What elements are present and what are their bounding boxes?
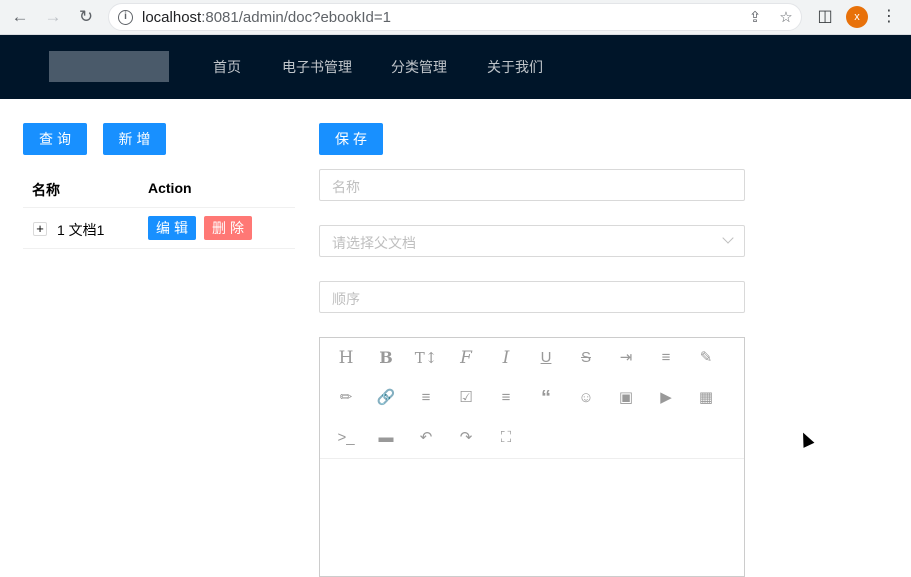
reload-icon[interactable]: ↻ (75, 6, 97, 28)
nav-item-home[interactable]: 首页 (213, 57, 241, 77)
strikethrough-icon[interactable]: S (574, 346, 598, 370)
side-panel-icon[interactable]: ◫ (814, 6, 836, 28)
url-text[interactable]: localhost:8081/admin/doc?ebookId=1 (142, 9, 391, 26)
url-host: localhost (142, 9, 202, 26)
bold-icon[interactable]: B (374, 346, 398, 370)
justify-icon[interactable]: ≡ (494, 386, 518, 410)
underline-icon[interactable]: U (534, 346, 558, 370)
forward-icon[interactable]: → (42, 6, 64, 28)
parent-doc-select[interactable]: 请选择父文档 (319, 225, 745, 257)
quote-icon[interactable]: “ (534, 386, 558, 410)
link-icon[interactable]: 🔗 (374, 386, 398, 410)
nav-item-about[interactable]: 关于我们 (487, 57, 543, 77)
site-info-icon[interactable]: i (118, 10, 133, 25)
code-icon[interactable]: >_ (334, 426, 358, 450)
fullscreen-icon[interactable]: ⛶ (494, 426, 518, 450)
italic-icon[interactable]: I (494, 346, 518, 370)
delete-button[interactable]: 删除 (204, 216, 252, 240)
column-header-action: Action (148, 180, 192, 196)
url-path: :8081/admin/doc?ebookId=1 (201, 9, 391, 26)
nav-item-category-admin[interactable]: 分类管理 (391, 57, 447, 77)
more-menu-icon[interactable]: ⋮ (878, 6, 900, 28)
undo-icon[interactable]: ↶ (414, 426, 438, 450)
doc-name: 1 文档1 (57, 222, 105, 238)
mouse-cursor-icon (797, 430, 815, 448)
name-placeholder: 名称 (332, 179, 360, 195)
query-button[interactable]: 查询 (23, 123, 87, 155)
share-icon[interactable]: ⇪ (745, 8, 765, 28)
editor-content-area[interactable] (320, 459, 744, 576)
text-color-icon[interactable]: ✎ (694, 346, 718, 370)
name-input[interactable]: 名称 (319, 169, 745, 201)
logo (49, 51, 169, 82)
save-button[interactable]: 保存 (319, 123, 383, 155)
emoji-icon[interactable]: ☺ (574, 386, 598, 410)
font-family-icon[interactable]: F (454, 346, 478, 370)
heading-icon[interactable]: H (334, 346, 358, 370)
redo-icon[interactable]: ↷ (454, 426, 478, 450)
table-icon[interactable]: ▦ (694, 386, 718, 410)
order-input[interactable]: 顺序 (319, 281, 745, 313)
parent-placeholder: 请选择父文档 (332, 235, 416, 251)
expand-row-icon[interactable]: + (33, 222, 47, 236)
rich-text-editor: H B T↕ F I U S ⇥ ≡ ✎ ✏ 🔗 ≡ ☑ ≡ “ ☺ ▣ ▶ ▦… (319, 337, 745, 577)
browser-toolbar: ← → ↻ i localhost:8081/admin/doc?ebookId… (0, 0, 911, 35)
app-header: 首页 电子书管理 分类管理 关于我们 (0, 35, 911, 99)
table-row: + 1 文档1 编辑 删除 (23, 208, 295, 249)
font-size-icon[interactable]: T↕ (414, 346, 438, 370)
table-header: 名称 Action (23, 171, 295, 208)
order-placeholder: 顺序 (332, 291, 360, 307)
editor-toolbar: H B T↕ F I U S ⇥ ≡ ✎ ✏ 🔗 ≡ ☑ ≡ “ ☺ ▣ ▶ ▦… (320, 338, 744, 459)
column-header-name: 名称 (32, 182, 60, 198)
indent-icon[interactable]: ⇥ (614, 346, 638, 370)
divider-icon[interactable]: ▬ (374, 426, 398, 450)
add-button[interactable]: 新增 (103, 123, 166, 155)
profile-avatar[interactable]: x (846, 6, 868, 28)
bookmark-star-icon[interactable]: ☆ (776, 8, 796, 28)
address-bar[interactable]: i localhost:8081/admin/doc?ebookId=1 ⇪ ☆ (108, 3, 802, 31)
todo-icon[interactable]: ☑ (454, 386, 478, 410)
video-icon[interactable]: ▶ (654, 386, 678, 410)
back-icon[interactable]: ← (9, 6, 31, 28)
image-icon[interactable]: ▣ (614, 386, 638, 410)
line-height-icon[interactable]: ≡ (654, 346, 678, 370)
chevron-down-icon (722, 232, 734, 244)
nav-item-ebook-admin[interactable]: 电子书管理 (282, 57, 352, 77)
edit-button[interactable]: 编辑 (148, 216, 196, 240)
background-color-icon[interactable]: ✏ (334, 386, 358, 410)
bulleted-list-icon[interactable]: ≡ (414, 386, 438, 410)
